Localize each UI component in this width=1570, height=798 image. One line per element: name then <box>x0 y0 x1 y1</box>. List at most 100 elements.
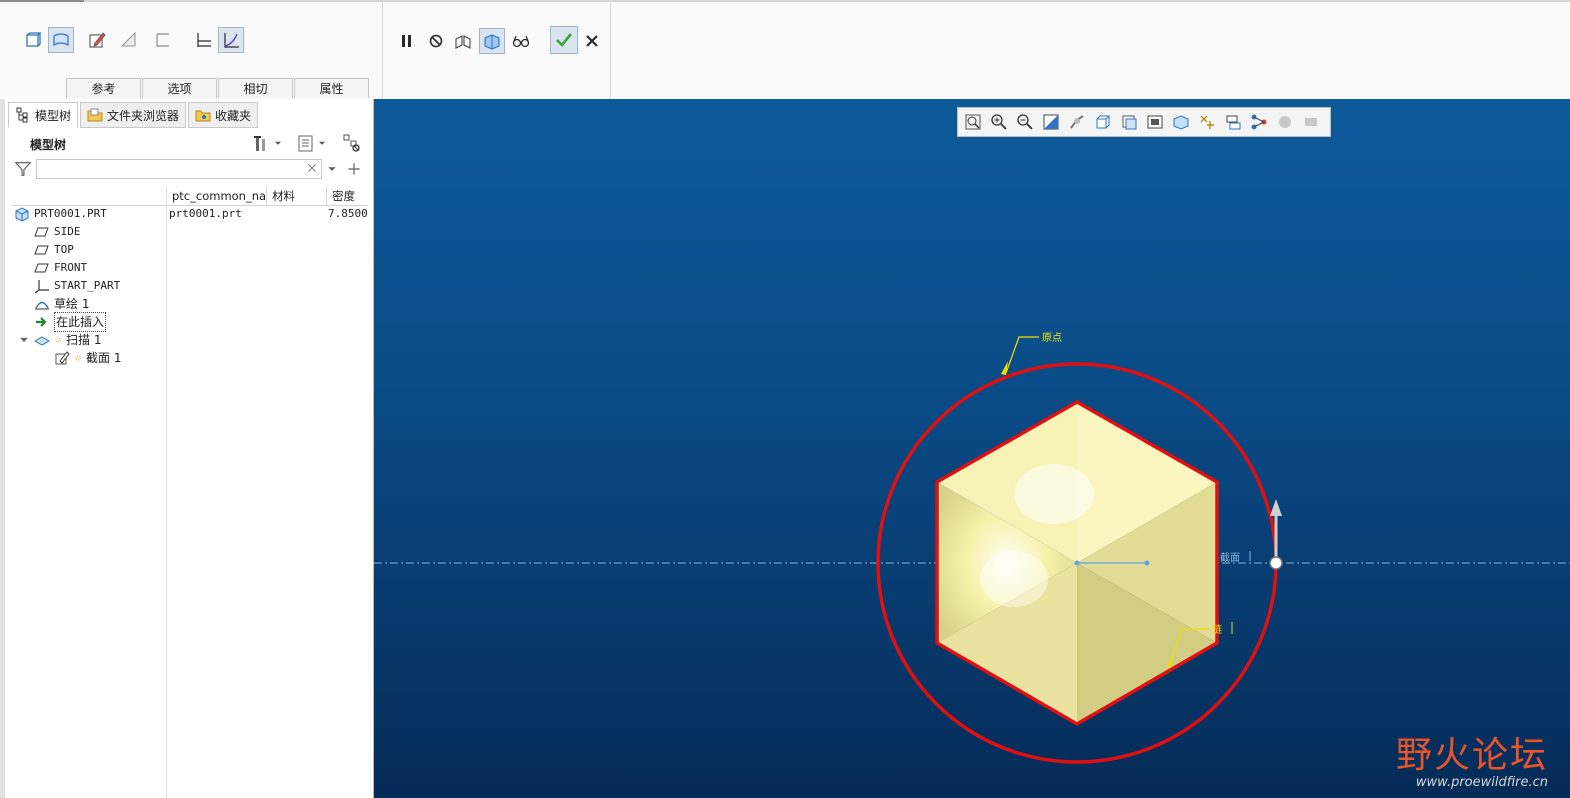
chevron-down-icon <box>319 141 325 145</box>
variable-section-button[interactable] <box>218 27 244 53</box>
tree-item-label: 截面 1 <box>86 351 122 365</box>
tree-item-label: 扫描 1 <box>66 333 102 347</box>
origin-annotation[interactable]: 原点 <box>1042 332 1062 344</box>
no-preview-icon <box>429 34 443 48</box>
section-annotation[interactable]: 截面 <box>1220 551 1240 564</box>
insert-here-icon <box>36 317 47 327</box>
tab-tangency[interactable]: 相切 <box>218 78 293 98</box>
cell-common-name: prt0001.prt <box>169 207 242 220</box>
model-tree-icon <box>16 107 28 123</box>
glasses-icon <box>512 35 530 48</box>
leader-arrow-icon <box>1001 361 1008 375</box>
search-input[interactable] <box>36 159 322 179</box>
ribbon-divider <box>610 0 611 99</box>
constant-section-button[interactable] <box>190 27 216 53</box>
verify-mode-button[interactable] <box>508 28 534 54</box>
navigator-panel: 模型树 文件夹浏览器 收藏夹 模型树 ptc_common_name 材料 密度 <box>0 99 374 798</box>
geometry-preview-button[interactable] <box>479 28 505 54</box>
column-separator <box>166 187 167 798</box>
tab-properties[interactable]: 属性 <box>294 78 369 98</box>
start-point-handle[interactable] <box>1269 556 1283 570</box>
chain-annotation[interactable]: 链 <box>1212 623 1222 636</box>
show-dropdown[interactable] <box>296 133 328 153</box>
chevron-down-icon <box>275 141 281 145</box>
column-common-name[interactable]: ptc_common_name <box>166 187 266 205</box>
tree-item-front[interactable]: FRONT <box>34 259 87 277</box>
geometry-preview-icon <box>484 34 500 50</box>
tree-item-start-part[interactable]: START_PART <box>34 277 120 295</box>
tree-item-sweep[interactable]: 扫描 1 <box>18 331 101 349</box>
panel-edge <box>0 99 5 798</box>
sketch-section-button[interactable] <box>84 27 110 53</box>
tab-references[interactable]: 参考 <box>66 78 141 98</box>
solid-button[interactable] <box>20 27 46 53</box>
tree-item-part[interactable]: PRT0001.PRT <box>14 205 107 223</box>
list-icon <box>298 135 313 152</box>
tree-item-insert-here[interactable]: 在此插入 <box>34 312 107 332</box>
center-point <box>1074 560 1080 566</box>
remove-material-button[interactable] <box>116 27 142 53</box>
tree-item-top[interactable]: TOP <box>34 241 74 259</box>
tree-item-section[interactable]: 截面 1 <box>54 349 121 367</box>
tab-model-tree[interactable]: 模型树 <box>8 102 79 128</box>
section-point <box>1144 560 1150 566</box>
tree-item-sketch[interactable]: 草绘 1 <box>34 295 89 313</box>
sweep-icon <box>34 336 50 346</box>
datum-plane-icon <box>34 263 49 273</box>
tree-item-label: START_PART <box>54 279 121 292</box>
tab-favorites-label: 收藏夹 <box>215 108 252 123</box>
separate-preview-icon <box>455 35 471 49</box>
tree-column-header: ptc_common_name 材料 密度 <box>12 187 368 206</box>
watermark-title: 野火论坛 <box>1395 735 1548 776</box>
tools-icon <box>254 136 265 151</box>
graphics-viewport[interactable]: 原点 截面 链 野火论坛 www.proewildfire.cn <box>374 99 1570 798</box>
column-density[interactable]: 密度 <box>326 187 368 205</box>
pencil-icon <box>89 32 106 48</box>
expand-arrow-icon[interactable] <box>18 332 30 348</box>
tab-options[interactable]: 选项 <box>142 78 217 98</box>
add-icon[interactable] <box>346 161 362 177</box>
constant-section-icon <box>197 33 211 47</box>
tab-favorites[interactable]: 收藏夹 <box>188 102 259 128</box>
tab-model-tree-label: 模型树 <box>35 108 72 123</box>
tree-item-label: 草绘 1 <box>54 297 90 311</box>
coordinate-system-icon <box>34 280 49 294</box>
thicken-button[interactable] <box>150 27 176 53</box>
favorites-icon <box>195 110 211 122</box>
tree-item-side[interactable]: SIDE <box>34 223 81 241</box>
dashboard-tabs: 参考 选项 相切 属性 <box>66 78 370 99</box>
folder-icon <box>87 108 103 122</box>
sketch-icon <box>35 301 49 310</box>
direction-arrow-icon[interactable] <box>1270 499 1282 516</box>
feature-in-progress-icon <box>55 337 61 343</box>
thicken-icon <box>156 33 169 47</box>
separate-preview-button[interactable] <box>450 28 476 54</box>
no-preview-button[interactable] <box>423 28 449 54</box>
feature-in-progress-icon <box>75 355 81 361</box>
section-icon <box>55 351 70 365</box>
cancel-button[interactable] <box>579 28 605 54</box>
column-material[interactable]: 材料 <box>266 187 326 205</box>
datum-plane-icon <box>34 245 49 255</box>
clear-icon[interactable] <box>306 162 318 174</box>
chevron-down-icon[interactable] <box>326 163 338 175</box>
settings-dropdown[interactable] <box>252 133 284 153</box>
watermark: 野火论坛 www.proewildfire.cn <box>1395 735 1548 791</box>
close-icon <box>586 35 598 47</box>
model-tree-title: 模型树 <box>30 138 67 152</box>
tree-item-label: 在此插入 <box>54 312 107 332</box>
remove-material-icon <box>120 31 136 47</box>
ok-button[interactable] <box>550 26 578 54</box>
tab-folder-browser[interactable]: 文件夹浏览器 <box>80 102 187 128</box>
ribbon-top-line <box>0 0 1570 2</box>
ribbon: 参考 选项 相切 属性 <box>0 0 1570 100</box>
model-scene: 原点 截面 链 <box>374 332 1570 764</box>
tree-filter-icon <box>343 134 360 152</box>
cell-density: 7.85000 <box>328 207 368 220</box>
datum-plane-icon <box>34 227 49 237</box>
filter-row <box>12 159 367 181</box>
tree-filters-button[interactable] <box>342 133 362 153</box>
pause-button[interactable] <box>394 28 420 54</box>
surface-button[interactable] <box>48 27 74 53</box>
filter-icon <box>14 162 32 176</box>
